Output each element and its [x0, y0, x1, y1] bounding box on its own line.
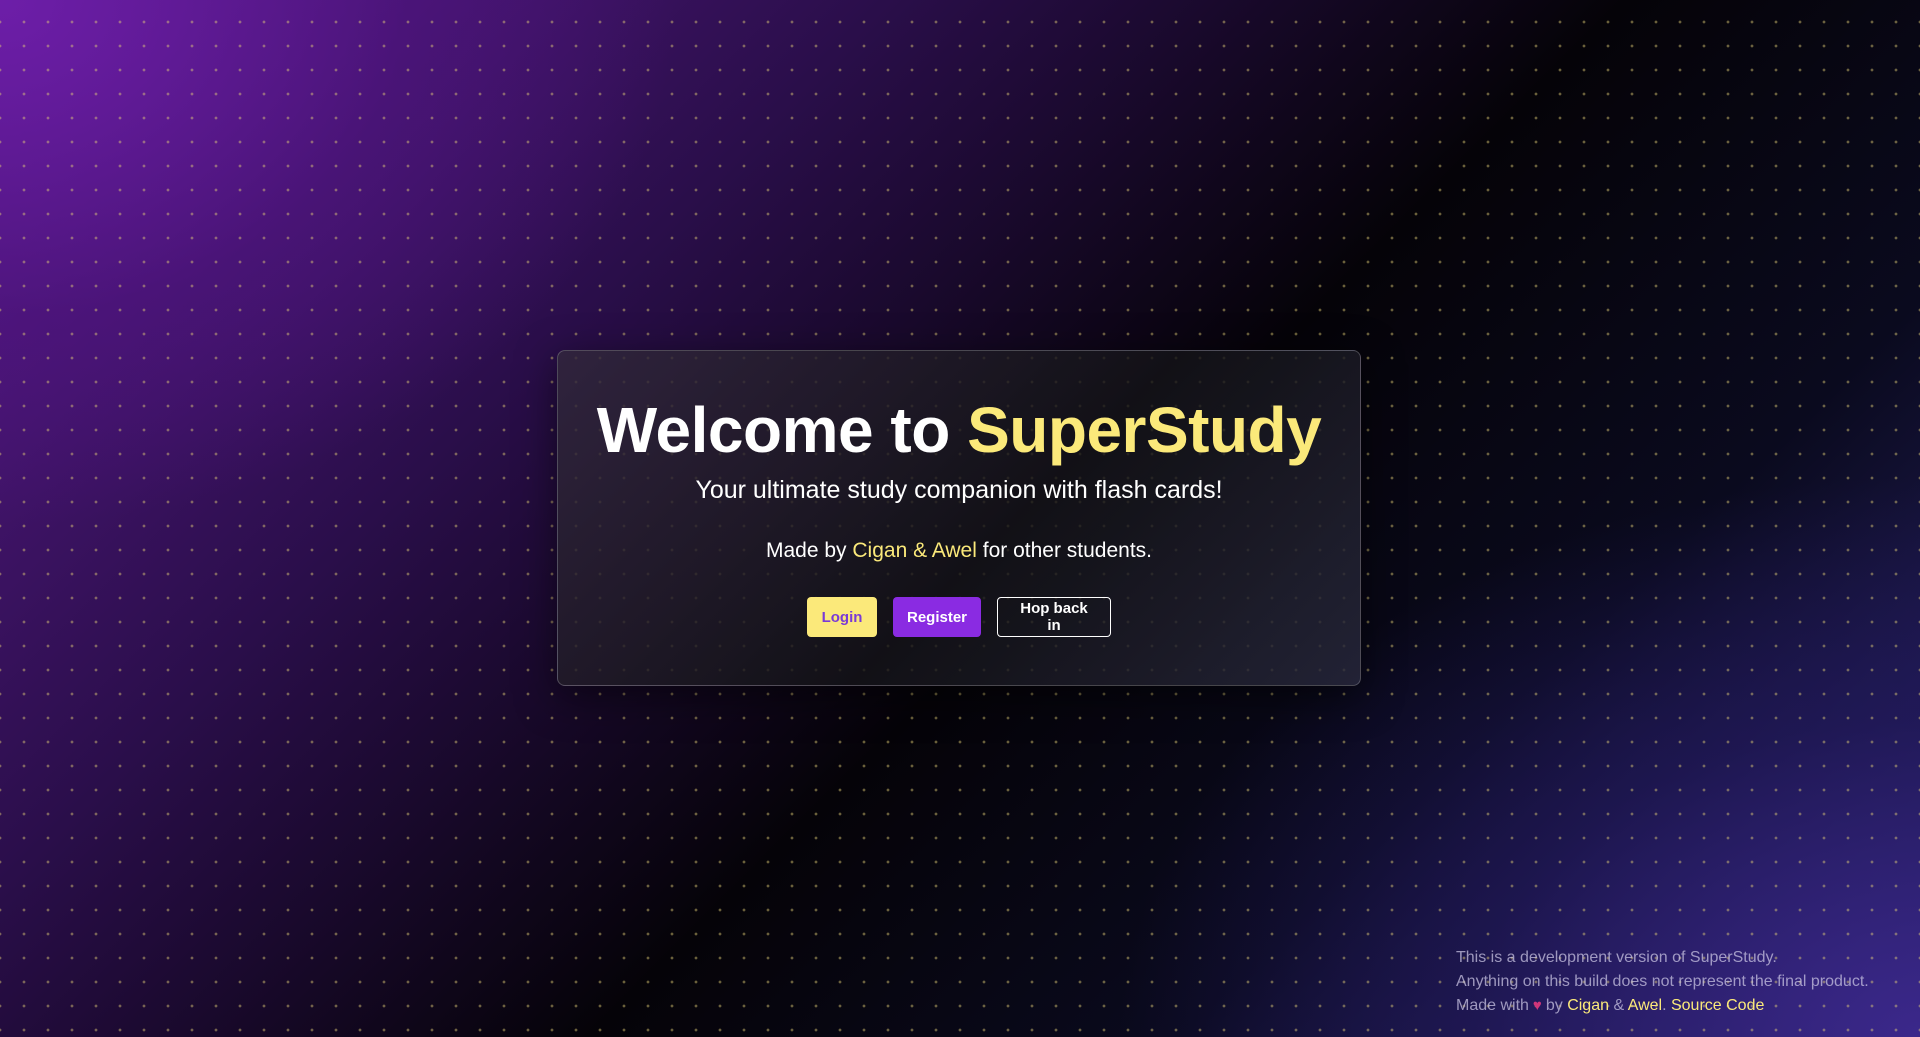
credits-suffix: for other students. [976, 539, 1153, 563]
hop-back-in-button[interactable]: Hop back in [997, 597, 1111, 638]
made-with-text: Made with [1456, 997, 1529, 1014]
title-prefix: Welcome to [596, 394, 968, 466]
tagline: Your ultimate study companion with flash… [695, 476, 1223, 505]
by-text: by [1545, 997, 1563, 1014]
source-code-link[interactable]: Source Code [1671, 997, 1764, 1014]
brand-name: SuperStudy [967, 394, 1322, 466]
page-title: Welcome to SuperStudy [558, 395, 1360, 465]
action-buttons: Login Register Hop back in [558, 597, 1360, 638]
credits-prefix: Made by [765, 539, 853, 563]
author-cigan-link[interactable]: Cigan [1567, 997, 1609, 1014]
credits-names: Cigan & Awel [852, 539, 977, 563]
ampersand-text: & [1613, 997, 1625, 1014]
footer-line-2: Anything on this build does not represen… [1456, 973, 1869, 990]
credits-text: Made by Cigan & Awel for other students. [558, 539, 1360, 563]
period-text: . [1662, 997, 1667, 1014]
register-button[interactable]: Register [893, 597, 981, 638]
footer-line-1: This is a development version of SuperSt… [1456, 949, 1777, 966]
heart-icon: ♥ [1532, 997, 1542, 1014]
author-awel-link[interactable]: Awel [1628, 997, 1662, 1014]
login-button[interactable]: Login [807, 597, 877, 638]
welcome-card: Welcome to SuperStudy Your ultimate stud… [557, 350, 1361, 686]
dev-footer: This is a development version of SuperSt… [1456, 946, 1869, 1018]
footer-line-3: Made with ♥ by Cigan & Awel. Source Code [1456, 994, 1869, 1018]
